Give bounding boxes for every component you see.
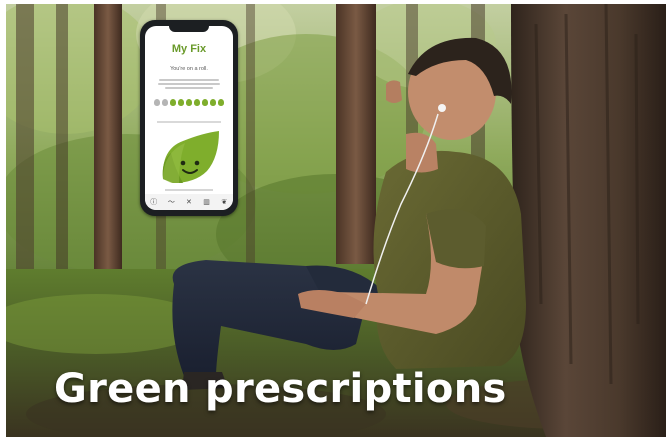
app-subtitle: You're on a roll. bbox=[170, 66, 208, 72]
headline: Green prescriptions bbox=[54, 366, 507, 412]
progress-dots bbox=[154, 99, 224, 107]
progress-dot-filled bbox=[201, 99, 209, 106]
leaf-icon: ❦ bbox=[221, 198, 228, 206]
photo-frame: My Fix You're on a roll. ⓘ 〜 ✕ ▥ ❦ Green… bbox=[6, 4, 666, 437]
smartphone-mockup: My Fix You're on a roll. ⓘ 〜 ✕ ▥ ❦ bbox=[140, 20, 238, 216]
section-divider-lower bbox=[165, 189, 213, 191]
progress-dot-empty bbox=[217, 99, 224, 106]
app-screen: My Fix You're on a roll. ⓘ 〜 ✕ ▥ ❦ bbox=[145, 26, 233, 210]
app-body-text-lines bbox=[155, 77, 223, 91]
stats-icon: ▥ bbox=[203, 198, 210, 206]
section-divider bbox=[157, 121, 221, 123]
phone-notch bbox=[169, 26, 209, 32]
app-title: My Fix bbox=[171, 43, 207, 55]
smiling-leaf-mascot-icon bbox=[162, 131, 219, 183]
progress-dot-filled bbox=[193, 99, 201, 106]
close-icon: ✕ bbox=[186, 198, 192, 206]
progress-dot-filled bbox=[154, 99, 161, 106]
progress-dot-filled bbox=[185, 99, 193, 106]
progress-dot-filled bbox=[177, 99, 185, 106]
activity-icon: 〜 bbox=[167, 198, 175, 206]
info-icon: ⓘ bbox=[150, 198, 158, 206]
progress-dot-filled bbox=[161, 99, 169, 106]
progress-dot-filled bbox=[169, 99, 177, 106]
progress-dot-empty bbox=[209, 99, 216, 106]
app-bottom-nav: ⓘ 〜 ✕ ▥ ❦ bbox=[145, 194, 233, 210]
